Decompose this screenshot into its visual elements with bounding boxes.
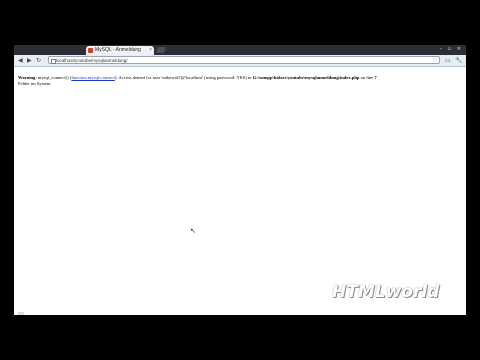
warning-on-line: on line bbox=[359, 75, 375, 80]
warning-message: ]: Access denied for user 'mikewolf'@'lo… bbox=[114, 75, 253, 80]
page-icon bbox=[51, 59, 56, 64]
tab-strip: MySQL - Anmeldung × – ▫ × bbox=[14, 45, 466, 55]
status-area bbox=[18, 312, 24, 315]
warning-line-number: 7 bbox=[374, 75, 377, 80]
function-doc-link[interactable]: function.mysql-connect bbox=[71, 75, 115, 80]
window-controls[interactable]: – ▫ × bbox=[440, 46, 463, 52]
php-warning: Warning: mysql_connect() [function.mysql… bbox=[18, 75, 458, 87]
address-bar[interactable]: localhost/youtube/mysqlanmeldung/ ☆ bbox=[48, 56, 440, 64]
mouse-cursor-icon: ↖ bbox=[190, 227, 196, 235]
mysql-favicon-icon bbox=[88, 48, 93, 53]
page-menu-icon[interactable]: ▭ bbox=[445, 56, 451, 65]
reload-icon[interactable]: ↻ bbox=[36, 56, 41, 65]
forward-arrow-icon[interactable]: ▶ bbox=[27, 56, 32, 65]
tab-close-icon[interactable]: × bbox=[149, 46, 152, 55]
bookmark-star-icon[interactable]: ☆ bbox=[433, 57, 437, 64]
page-content: Warning: mysql_connect() [function.mysql… bbox=[14, 67, 466, 315]
error-message: Fehler im System bbox=[18, 81, 51, 86]
new-tab-button[interactable] bbox=[156, 47, 166, 53]
wrench-icon[interactable]: 🔧 bbox=[455, 56, 462, 65]
tab-title: MySQL - Anmeldung bbox=[95, 47, 141, 53]
watermark-logo: HTMLworld bbox=[332, 282, 440, 302]
warning-label: Warning bbox=[18, 75, 36, 80]
browser-window: MySQL - Anmeldung × – ▫ × ◀ ▶ ↻ localhos… bbox=[14, 45, 466, 315]
warning-function: : mysql_connect() [ bbox=[35, 75, 72, 80]
back-arrow-icon[interactable]: ◀ bbox=[18, 56, 23, 65]
tab-active[interactable]: MySQL - Anmeldung × bbox=[86, 46, 154, 55]
browser-toolbar: ◀ ▶ ↻ localhost/youtube/mysqlanmeldung/ … bbox=[14, 55, 466, 67]
warning-path: G:\xampp\htdocs\youtube\mysqlanmeldung\i… bbox=[252, 75, 360, 80]
address-url: localhost/youtube/mysqlanmeldung/ bbox=[56, 58, 128, 63]
